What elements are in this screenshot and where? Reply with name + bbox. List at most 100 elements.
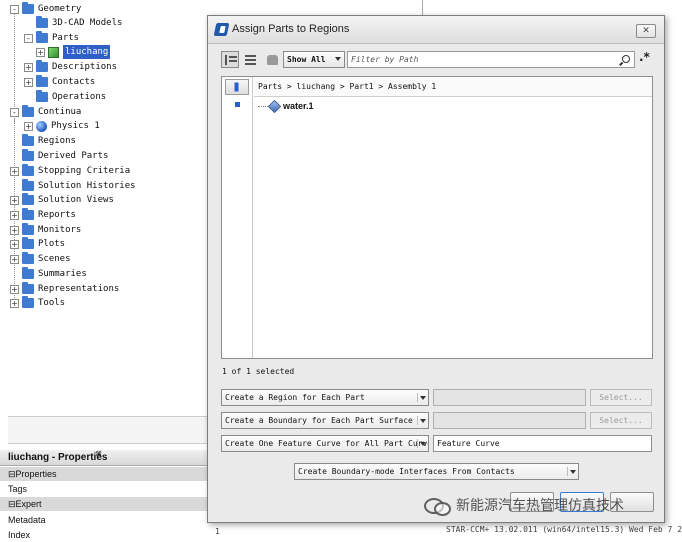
region-name-field <box>433 389 586 406</box>
selection-column-toggle[interactable] <box>225 79 249 95</box>
tree-node-label: Operations <box>52 92 107 102</box>
assign-parts-dialog: Assign Parts to Regions ✕ Show All Filte… <box>207 15 665 523</box>
tree-node-reports[interactable]: + Reports <box>10 208 76 222</box>
folder-icon <box>36 16 48 28</box>
expand-icon[interactable]: + <box>10 239 19 249</box>
expand-icon[interactable]: + <box>24 62 33 72</box>
tree-view-button[interactable] <box>221 51 239 68</box>
folder-icon <box>22 296 34 308</box>
dialog-titlebar[interactable]: Assign Parts to Regions ✕ <box>208 16 664 44</box>
filter-path-input[interactable]: Filter by Path <box>347 51 635 68</box>
tree-node-label: Plots <box>38 239 66 249</box>
tree-node-solution-histories[interactable]: Solution Histories <box>22 179 136 193</box>
expand-icon[interactable]: + <box>24 77 33 87</box>
tree-node-geometry[interactable]: - Geometry <box>10 2 81 16</box>
tree-node-physics-1[interactable]: + Physics 1 <box>24 119 100 133</box>
part-icon <box>267 55 278 65</box>
tree-node-label: Scenes <box>38 254 71 264</box>
tree-node-scenes[interactable]: + Scenes <box>10 252 71 266</box>
collapse-icon[interactable]: - <box>10 4 19 14</box>
tree-node-parts[interactable]: - Parts <box>24 31 79 45</box>
feature-curve-mode-select[interactable]: Create One Feature Curve for All Part Cu… <box>221 435 429 452</box>
boundary-select-button[interactable]: Select... <box>590 412 652 429</box>
feature-curve-name-input[interactable]: Feature Curve <box>433 435 652 452</box>
list-view-button[interactable] <box>241 51 259 68</box>
properties-group-expert[interactable]: ⊟Expert <box>0 497 212 511</box>
collapse-icon[interactable]: - <box>10 107 19 117</box>
tree-node-liuchang[interactable]: + liuchang <box>36 45 111 59</box>
folder-icon <box>36 90 48 102</box>
tree-node-label: Solution Histories <box>38 181 136 191</box>
expand-icon[interactable]: + <box>10 298 19 308</box>
physics-globe-icon <box>36 120 47 132</box>
watermark-text: 新能源汽车热管理仿真技术 <box>456 498 624 514</box>
close-icon[interactable]: ⌘ <box>96 450 101 460</box>
close-button[interactable]: ✕ <box>636 24 656 38</box>
tree-node-plots[interactable]: + Plots <box>10 237 65 251</box>
tree-node-representations[interactable]: + Representations <box>10 282 119 296</box>
region-mode-value: Create a Region for Each Part <box>225 393 365 402</box>
chevron-down-icon <box>417 439 426 448</box>
interface-mode-select[interactable]: Create Boundary-mode Interfaces From Con… <box>294 463 579 480</box>
tree-node-tools[interactable]: + Tools <box>10 296 65 310</box>
show-filter-value: Show All <box>287 55 326 64</box>
expand-icon[interactable]: + <box>10 284 19 294</box>
boundary-mode-value: Create a Boundary for Each Part Surface <box>225 416 413 425</box>
row-selected-marker[interactable] <box>235 102 240 107</box>
tree-node-regions[interactable]: Regions <box>22 134 76 148</box>
expand-icon[interactable]: + <box>10 225 19 235</box>
chevron-down-icon <box>417 393 426 402</box>
tree-node-solution-views[interactable]: + Solution Views <box>10 193 114 207</box>
properties-group-properties[interactable]: ⊟Properties <box>0 467 212 481</box>
tree-row-water-1[interactable]: water.1 <box>258 99 314 113</box>
tree-node-operations[interactable]: Operations <box>36 90 106 104</box>
breadcrumb[interactable]: Parts > liuchang > Part1 > Assembly 1 <box>254 77 652 97</box>
part-filter-button[interactable] <box>263 51 281 68</box>
folder-icon <box>22 252 34 264</box>
tree-node-3d-cad-models[interactable]: 3D-CAD Models <box>36 16 122 30</box>
part-body-icon <box>267 99 282 113</box>
regex-toggle-icon[interactable]: .* <box>639 50 650 64</box>
wechat-logo-icon <box>424 496 451 516</box>
region-select-button[interactable]: Select... <box>590 389 652 406</box>
tree-view-icon <box>225 55 237 65</box>
boundary-mode-select[interactable]: Create a Boundary for Each Part Surface <box>221 412 429 429</box>
output-line-number: 1 <box>215 527 220 536</box>
tree-node-label: Representations <box>38 284 120 294</box>
chevron-down-icon <box>335 57 341 61</box>
expand-icon[interactable]: + <box>10 166 19 176</box>
tree-node-contacts[interactable]: + Contacts <box>24 75 95 89</box>
tree-node-stopping-criteria[interactable]: + Stopping Criteria <box>10 164 130 178</box>
expand-icon[interactable]: + <box>10 210 19 220</box>
tree-node-label: Continua <box>38 107 82 117</box>
collapse-icon[interactable]: - <box>24 33 33 43</box>
expand-icon[interactable]: + <box>10 254 19 264</box>
folder-icon <box>22 193 34 205</box>
interface-mode-value: Create Boundary-mode Interfaces From Con… <box>298 467 515 476</box>
tree-node-derived-parts[interactable]: Derived Parts <box>22 149 108 163</box>
tree-node-label: Physics 1 <box>51 121 100 131</box>
tree-node-continua[interactable]: - Continua <box>10 105 81 119</box>
search-icon[interactable] <box>622 55 630 63</box>
panel-divider <box>422 0 423 16</box>
dialog-title: Assign Parts to Regions <box>232 23 350 35</box>
property-row-tags[interactable]: Tags <box>0 482 212 496</box>
tree-node-label: Stopping Criteria <box>38 166 131 176</box>
property-row-index[interactable]: Index <box>0 528 212 542</box>
tree-node-summaries[interactable]: Summaries <box>22 267 87 281</box>
tree-node-label: Summaries <box>38 269 87 279</box>
expand-icon[interactable]: + <box>24 121 33 131</box>
expand-icon[interactable]: + <box>10 195 19 205</box>
show-filter-select[interactable]: Show All <box>283 51 345 68</box>
properties-title-text: liuchang - Properties <box>8 452 108 463</box>
property-row-metadata[interactable]: Metadata <box>0 513 212 527</box>
folder-icon <box>36 75 48 87</box>
expand-icon[interactable]: + <box>36 47 45 57</box>
output-status-text: STAR-CCM+ 13.02.011 (win64/intel15.3) We… <box>446 525 682 534</box>
region-mode-select[interactable]: Create a Region for Each Part <box>221 389 429 406</box>
properties-panel: liuchang - Properties ⌘ ⊟Properties Tags… <box>0 450 212 540</box>
part-name: water.1 <box>283 101 314 111</box>
tree-node-descriptions[interactable]: + Descriptions <box>24 60 117 74</box>
tree-node-monitors[interactable]: + Monitors <box>10 223 81 237</box>
boundary-name-field <box>433 412 586 429</box>
